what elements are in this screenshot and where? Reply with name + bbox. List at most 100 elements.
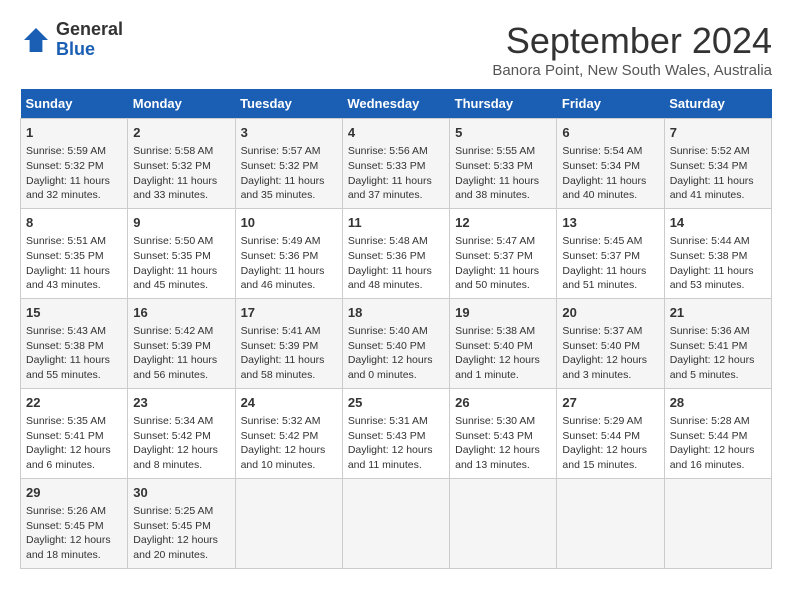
- calendar-week-1: 1Sunrise: 5:59 AM Sunset: 5:32 PM Daylig…: [21, 119, 772, 209]
- calendar-week-2: 8Sunrise: 5:51 AM Sunset: 5:35 PM Daylig…: [21, 208, 772, 298]
- calendar-cell: 6 Sunrise: 5:54 AM Sunset: 5:34 PM Daylig…: [557, 119, 664, 209]
- calendar-cell: 7 Sunrise: 5:52 AM Sunset: 5:34 PM Daylig…: [664, 119, 771, 209]
- page-header: General Blue September 2024 Banora Point…: [20, 20, 772, 79]
- calendar-cell: 10Sunrise: 5:49 AM Sunset: 5:36 PM Dayli…: [235, 208, 342, 298]
- calendar-cell: 23Sunrise: 5:34 AM Sunset: 5:42 PM Dayli…: [128, 388, 235, 478]
- day-info: Sunrise: 5:41 AM Sunset: 5:39 PM Dayligh…: [241, 324, 337, 383]
- logo-line2: Blue: [56, 40, 123, 60]
- calendar-cell: 2 Sunrise: 5:58 AM Sunset: 5:32 PM Daylig…: [128, 119, 235, 209]
- weekday-row: SundayMondayTuesdayWednesdayThursdayFrid…: [21, 89, 772, 119]
- day-info: Sunrise: 5:40 AM Sunset: 5:40 PM Dayligh…: [348, 324, 444, 383]
- day-info: Sunrise: 5:58 AM Sunset: 5:32 PM Dayligh…: [133, 144, 229, 203]
- calendar-cell: [557, 478, 664, 568]
- calendar-cell: 8Sunrise: 5:51 AM Sunset: 5:35 PM Daylig…: [21, 208, 128, 298]
- weekday-header-monday: Monday: [128, 89, 235, 119]
- day-info: Sunrise: 5:36 AM Sunset: 5:41 PM Dayligh…: [670, 324, 766, 383]
- day-number: 20: [562, 304, 658, 322]
- day-info: Sunrise: 5:26 AM Sunset: 5:45 PM Dayligh…: [26, 504, 122, 563]
- weekday-header-wednesday: Wednesday: [342, 89, 449, 119]
- day-info: Sunrise: 5:47 AM Sunset: 5:37 PM Dayligh…: [455, 234, 551, 293]
- calendar-header: SundayMondayTuesdayWednesdayThursdayFrid…: [21, 89, 772, 119]
- day-info: Sunrise: 5:54 AM Sunset: 5:34 PM Dayligh…: [562, 144, 658, 203]
- calendar-cell: 15 Sunrise: 5:43 AM Sunset: 5:38 PM Dayli…: [21, 298, 128, 388]
- day-number: 3: [241, 124, 337, 142]
- day-info: Sunrise: 5:34 AM Sunset: 5:42 PM Dayligh…: [133, 414, 229, 473]
- day-info: Sunrise: 5:30 AM Sunset: 5:43 PM Dayligh…: [455, 414, 551, 473]
- day-info: Sunrise: 5:44 AM Sunset: 5:38 PM Dayligh…: [670, 234, 766, 293]
- calendar-week-4: 22Sunrise: 5:35 AM Sunset: 5:41 PM Dayli…: [21, 388, 772, 478]
- day-number: 18: [348, 304, 444, 322]
- day-info: Sunrise: 5:55 AM Sunset: 5:33 PM Dayligh…: [455, 144, 551, 203]
- calendar-cell: 27Sunrise: 5:29 AM Sunset: 5:44 PM Dayli…: [557, 388, 664, 478]
- day-number: 14: [670, 214, 766, 232]
- calendar-body: 1Sunrise: 5:59 AM Sunset: 5:32 PM Daylig…: [21, 119, 772, 569]
- calendar-cell: 11Sunrise: 5:48 AM Sunset: 5:36 PM Dayli…: [342, 208, 449, 298]
- day-number: 12: [455, 214, 551, 232]
- calendar-cell: 4Sunrise: 5:56 AM Sunset: 5:33 PM Daylig…: [342, 119, 449, 209]
- calendar-cell: 26 Sunrise: 5:30 AM Sunset: 5:43 PM Dayli…: [450, 388, 557, 478]
- calendar-table: SundayMondayTuesdayWednesdayThursdayFrid…: [20, 89, 772, 569]
- day-info: Sunrise: 5:56 AM Sunset: 5:33 PM Dayligh…: [348, 144, 444, 203]
- title-block: September 2024 Banora Point, New South W…: [492, 20, 772, 79]
- day-number: 28: [670, 394, 766, 412]
- day-info: Sunrise: 5:52 AM Sunset: 5:34 PM Dayligh…: [670, 144, 766, 203]
- calendar-cell: 12 Sunrise: 5:47 AM Sunset: 5:37 PM Dayli…: [450, 208, 557, 298]
- day-number: 1: [26, 124, 122, 142]
- day-info: Sunrise: 5:31 AM Sunset: 5:43 PM Dayligh…: [348, 414, 444, 473]
- day-number: 6: [562, 124, 658, 142]
- day-number: 13: [562, 214, 658, 232]
- calendar-cell: 24Sunrise: 5:32 AM Sunset: 5:42 PM Dayli…: [235, 388, 342, 478]
- day-info: Sunrise: 5:35 AM Sunset: 5:41 PM Dayligh…: [26, 414, 122, 473]
- day-number: 15: [26, 304, 122, 322]
- day-number: 26: [455, 394, 551, 412]
- calendar-cell: 1Sunrise: 5:59 AM Sunset: 5:32 PM Daylig…: [21, 119, 128, 209]
- day-info: Sunrise: 5:25 AM Sunset: 5:45 PM Dayligh…: [133, 504, 229, 563]
- calendar-cell: 18 Sunrise: 5:40 AM Sunset: 5:40 PM Dayli…: [342, 298, 449, 388]
- calendar-cell: 30 Sunrise: 5:25 AM Sunset: 5:45 PM Dayli…: [128, 478, 235, 568]
- day-info: Sunrise: 5:37 AM Sunset: 5:40 PM Dayligh…: [562, 324, 658, 383]
- calendar-cell: 13 Sunrise: 5:45 AM Sunset: 5:37 PM Dayli…: [557, 208, 664, 298]
- calendar-week-5: 29 Sunrise: 5:26 AM Sunset: 5:45 PM Dayli…: [21, 478, 772, 568]
- day-number: 11: [348, 214, 444, 232]
- calendar-cell: 29 Sunrise: 5:26 AM Sunset: 5:45 PM Dayli…: [21, 478, 128, 568]
- weekday-header-sunday: Sunday: [21, 89, 128, 119]
- day-info: Sunrise: 5:28 AM Sunset: 5:44 PM Dayligh…: [670, 414, 766, 473]
- calendar-cell: [664, 478, 771, 568]
- calendar-cell: [342, 478, 449, 568]
- logo-line1: General: [56, 20, 123, 40]
- logo-text: General Blue: [56, 20, 123, 60]
- day-info: Sunrise: 5:45 AM Sunset: 5:37 PM Dayligh…: [562, 234, 658, 293]
- day-info: Sunrise: 5:43 AM Sunset: 5:38 PM Dayligh…: [26, 324, 122, 383]
- day-number: 30: [133, 484, 229, 502]
- logo: General Blue: [20, 20, 123, 60]
- day-number: 5: [455, 124, 551, 142]
- logo-icon: [20, 24, 52, 56]
- day-number: 2: [133, 124, 229, 142]
- calendar-cell: 9 Sunrise: 5:50 AM Sunset: 5:35 PM Daylig…: [128, 208, 235, 298]
- calendar-cell: [450, 478, 557, 568]
- calendar-cell: 22Sunrise: 5:35 AM Sunset: 5:41 PM Dayli…: [21, 388, 128, 478]
- calendar-cell: 28 Sunrise: 5:28 AM Sunset: 5:44 PM Dayli…: [664, 388, 771, 478]
- day-number: 29: [26, 484, 122, 502]
- calendar-cell: 20 Sunrise: 5:37 AM Sunset: 5:40 PM Dayli…: [557, 298, 664, 388]
- month-year-title: September 2024: [492, 20, 772, 62]
- day-number: 10: [241, 214, 337, 232]
- calendar-cell: 14 Sunrise: 5:44 AM Sunset: 5:38 PM Dayli…: [664, 208, 771, 298]
- day-info: Sunrise: 5:32 AM Sunset: 5:42 PM Dayligh…: [241, 414, 337, 473]
- day-number: 9: [133, 214, 229, 232]
- day-number: 7: [670, 124, 766, 142]
- calendar-cell: 3Sunrise: 5:57 AM Sunset: 5:32 PM Daylig…: [235, 119, 342, 209]
- day-info: Sunrise: 5:50 AM Sunset: 5:35 PM Dayligh…: [133, 234, 229, 293]
- calendar-cell: 5 Sunrise: 5:55 AM Sunset: 5:33 PM Daylig…: [450, 119, 557, 209]
- calendar-cell: 25 Sunrise: 5:31 AM Sunset: 5:43 PM Dayli…: [342, 388, 449, 478]
- day-number: 16: [133, 304, 229, 322]
- day-number: 25: [348, 394, 444, 412]
- day-number: 17: [241, 304, 337, 322]
- day-number: 19: [455, 304, 551, 322]
- day-info: Sunrise: 5:51 AM Sunset: 5:35 PM Dayligh…: [26, 234, 122, 293]
- weekday-header-friday: Friday: [557, 89, 664, 119]
- day-info: Sunrise: 5:38 AM Sunset: 5:40 PM Dayligh…: [455, 324, 551, 383]
- weekday-header-thursday: Thursday: [450, 89, 557, 119]
- day-info: Sunrise: 5:29 AM Sunset: 5:44 PM Dayligh…: [562, 414, 658, 473]
- calendar-week-3: 15 Sunrise: 5:43 AM Sunset: 5:38 PM Dayli…: [21, 298, 772, 388]
